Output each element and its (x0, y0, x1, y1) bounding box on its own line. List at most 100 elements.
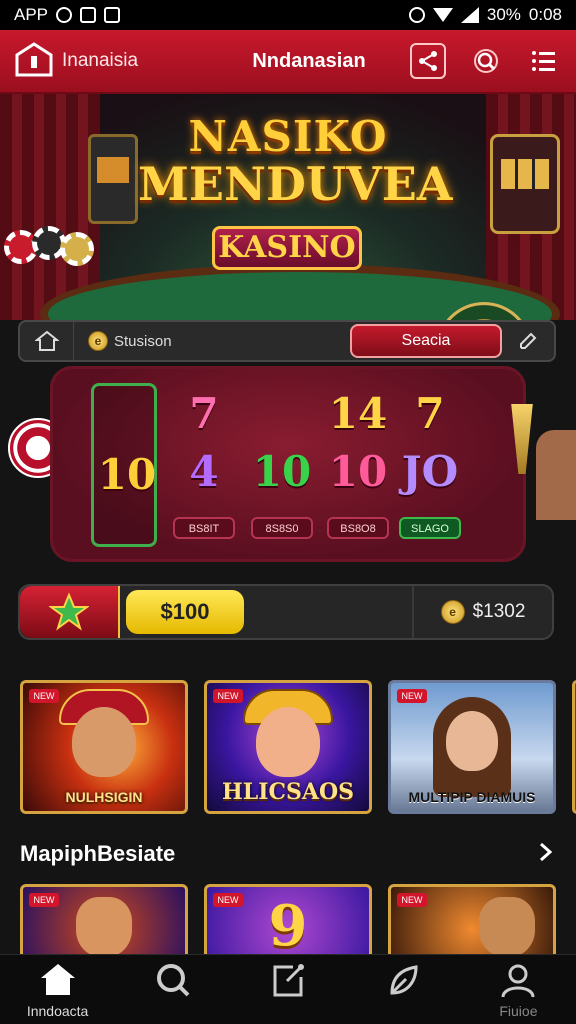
edit-button[interactable] (502, 322, 554, 360)
app-title: Nndanasian (252, 49, 366, 72)
filter-chip[interactable]: e Stusison (74, 331, 254, 351)
profile-icon (501, 964, 535, 997)
featured-games: NEW NULHSIGIN NEW HLICSAOS NEW MULTIPIP … (0, 680, 576, 814)
home-button[interactable] (20, 322, 74, 360)
new-badge: NEW (213, 893, 243, 907)
new-badge: NEW (29, 893, 59, 907)
reel-symbol-middle: 10 (252, 447, 312, 496)
game-card-partial[interactable] (572, 680, 576, 814)
trumpet-illustration (500, 400, 576, 520)
menu-button[interactable] (526, 43, 562, 79)
leaf-icon (390, 964, 418, 995)
home-icon (40, 963, 75, 995)
section-header[interactable]: MapiphBesiate (20, 836, 556, 872)
balance-amount[interactable]: $100 (126, 590, 244, 634)
nav-label: Fiuioe (499, 1002, 538, 1019)
notification-icon (56, 7, 73, 23)
status-app-label: APP (14, 5, 49, 24)
coin-icon: e (88, 331, 108, 351)
game-card[interactable]: NEW (20, 884, 188, 960)
secondary-balance-value: $1302 (472, 601, 526, 622)
character-illustration (72, 707, 136, 777)
more-games: NEW 9 NEW NEW (0, 884, 576, 960)
nav-item-leaf[interactable] (346, 955, 461, 1024)
casino-app: APP 30% 0:08 Inanaisia Nndanasian NASIKO… (0, 0, 576, 1024)
hero-banner[interactable]: NASIKO MENDUVEA KASINO (0, 94, 576, 320)
search-icon (156, 963, 190, 996)
slot-reel[interactable]: 10 (91, 383, 157, 547)
game-title: MULTIPIP DIAMUIS (408, 789, 536, 805)
app-logo-icon[interactable] (14, 41, 54, 81)
game-card[interactable]: NEW (388, 884, 556, 960)
nav-item-share[interactable] (230, 955, 345, 1024)
menu-icon (532, 51, 555, 71)
reel-symbol-top: 7 (415, 389, 445, 438)
reel-label: BS8IT (173, 517, 235, 539)
reel-label: SLAGO (399, 517, 461, 539)
status-bar: APP 30% 0:08 (0, 0, 576, 30)
game-card[interactable]: NEW MULTIPIP DIAMUIS (388, 680, 556, 814)
reel-symbol-top: 14 (328, 389, 388, 438)
new-badge: NEW (213, 689, 243, 703)
chevron-right-icon[interactable] (534, 841, 556, 868)
section-title: MapiphBesiate (20, 841, 176, 866)
new-badge: NEW (29, 689, 59, 703)
nav-item-search[interactable] (115, 955, 230, 1024)
hero-title: NASIKO MENDUVEA (138, 112, 453, 211)
filter-bar: e Stusison Seacia (18, 320, 556, 362)
character-illustration (76, 897, 132, 957)
game-card[interactable]: NEW NULHSIGIN (20, 680, 188, 814)
reel-symbol-middle: 4 (189, 447, 219, 496)
hero-badge: KASINO (212, 226, 362, 270)
search-button[interactable] (468, 43, 504, 79)
game-title: HLICSAOS (221, 779, 355, 805)
game-card[interactable]: NEW HLICSAOS (204, 680, 372, 814)
share-icon (419, 51, 437, 71)
slot-machine-illustration (490, 134, 560, 234)
slot-reels-panel[interactable]: 10 7 4 BS8IT 10 8S8S0 14 10 BS8O8 7 JO SLAGO (50, 366, 526, 562)
home-icon (34, 330, 59, 351)
notification-icon-3 (104, 7, 121, 23)
slot-reel[interactable]: 10 8S8S0 (249, 383, 315, 547)
pencil-icon (520, 332, 537, 349)
share-button[interactable] (410, 43, 446, 79)
battery-level: 30% (486, 5, 521, 24)
new-badge: NEW (397, 893, 427, 907)
filter-label: Stusison (114, 332, 172, 350)
clock: 0:08 (528, 5, 562, 24)
nav-item-profile[interactable]: Fiuioe (461, 955, 576, 1024)
wifi-icon (432, 8, 453, 22)
reel-symbol-middle: 10 (328, 447, 388, 496)
slot-reel[interactable]: 7 4 BS8IT (171, 383, 237, 547)
reel-symbol-middle: JO (401, 447, 459, 496)
reel-symbol-middle: 10 (97, 450, 157, 499)
game-title: NULHSIGIN (65, 789, 143, 805)
search-button[interactable]: Seacia (350, 324, 502, 358)
nav-item-home[interactable]: Inndoacta (0, 955, 115, 1024)
hero-title-line2: MENDUVEA (138, 157, 453, 211)
brand-label: Inanaisia (62, 50, 139, 71)
character-illustration (479, 897, 535, 957)
slot-reel[interactable]: 14 10 BS8O8 (325, 383, 391, 547)
nav-label: Inndoacta (26, 1002, 89, 1019)
reel-symbol-top: 7 (189, 389, 219, 438)
character-illustration (256, 707, 320, 777)
reel-label: 8S8S0 (251, 517, 313, 539)
rewards-button[interactable] (20, 586, 120, 638)
share-icon (273, 963, 304, 996)
chips-illustration (4, 222, 114, 272)
app-bar: Inanaisia Nndanasian (0, 30, 576, 94)
star-icon (49, 592, 89, 631)
slot-machine-illustration (88, 134, 138, 224)
balance-bar: $100 e $1302 (18, 584, 554, 640)
game-card[interactable]: 9 NEW (204, 884, 372, 960)
signal-icon (460, 7, 479, 23)
bottom-navigation: Inndoacta Fiuioe (0, 954, 576, 1024)
coin-icon: e (440, 600, 465, 624)
secondary-balance[interactable]: e $1302 (412, 586, 552, 638)
new-badge: NEW (397, 689, 427, 703)
notification-icon-2 (80, 7, 97, 23)
slot-reel[interactable]: 7 JO SLAGO (397, 383, 463, 547)
sync-icon (408, 7, 425, 23)
search-icon (474, 49, 498, 73)
